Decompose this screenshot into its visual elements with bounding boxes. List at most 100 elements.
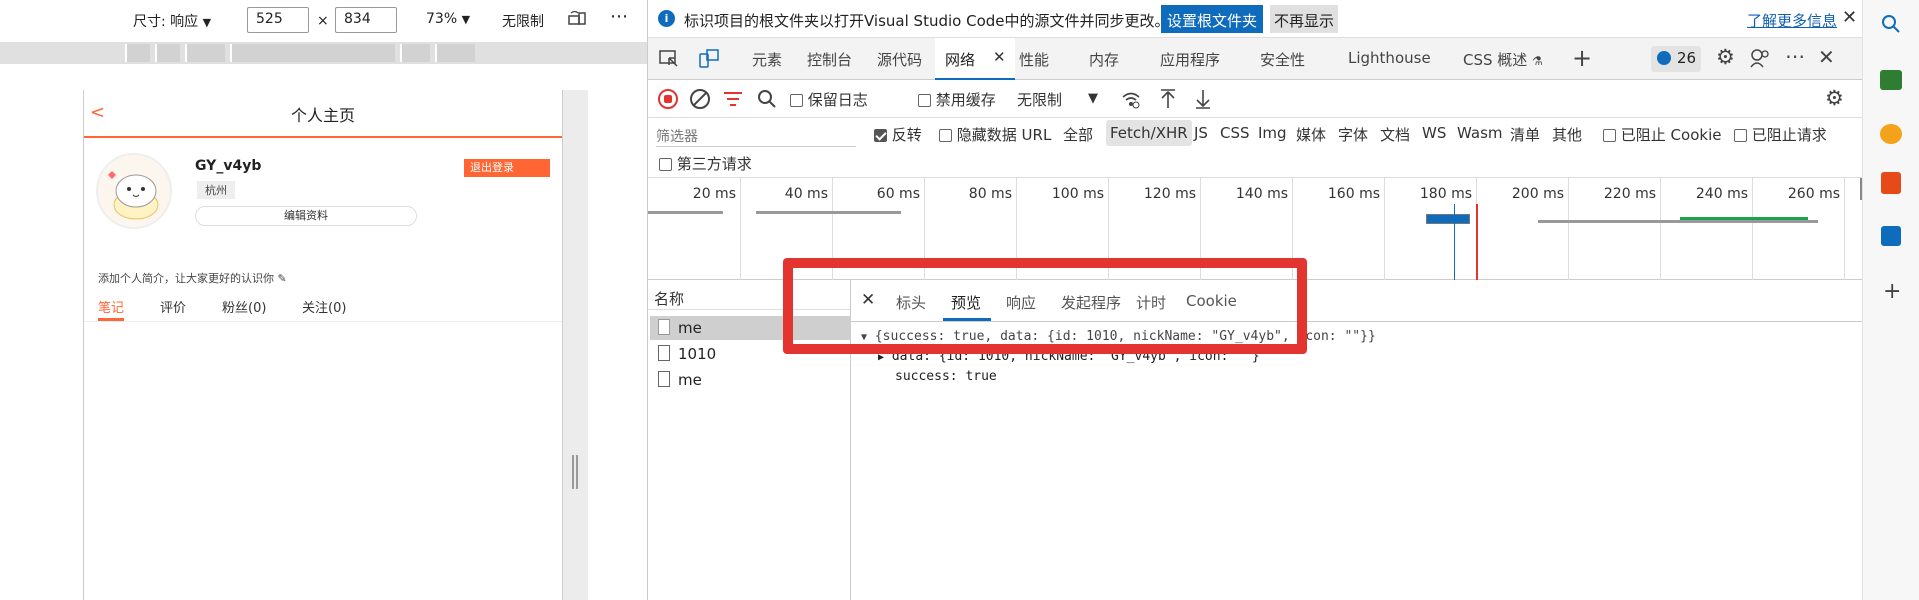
filter-wasm[interactable]: Wasm bbox=[1457, 124, 1503, 142]
filter-ws[interactable]: WS bbox=[1422, 124, 1446, 142]
invert-checkbox[interactable]: 反转 bbox=[874, 124, 922, 145]
disable-cache-label: 禁用缓存 bbox=[935, 91, 996, 109]
filter-doc[interactable]: 文档 bbox=[1380, 124, 1410, 145]
chevron-down-icon[interactable]: ▼ bbox=[1088, 91, 1098, 106]
device-width-input[interactable]: 525 bbox=[247, 7, 309, 33]
outlook-icon[interactable] bbox=[1881, 226, 1901, 246]
filter-media[interactable]: 媒体 bbox=[1296, 124, 1326, 145]
tick-label: 220 ms bbox=[1603, 186, 1656, 202]
resize-handle[interactable] bbox=[572, 455, 578, 489]
blocked-cookies-checkbox[interactable]: 已阻止 Cookie bbox=[1603, 124, 1721, 145]
dont-show-again-button[interactable]: 不再显示 bbox=[1270, 5, 1339, 33]
checkbox-icon bbox=[1734, 129, 1747, 142]
dom-content-loaded-marker bbox=[1454, 204, 1455, 280]
device-throttle-dropdown[interactable]: 无限制 bbox=[502, 11, 544, 31]
settings-icon[interactable]: ⚙ bbox=[1716, 45, 1735, 69]
tab-elements[interactable]: 元素 bbox=[752, 49, 782, 70]
tab-fans[interactable]: 粉丝(0) bbox=[222, 297, 266, 316]
add-icon[interactable]: + bbox=[1883, 279, 1901, 304]
learn-more-link[interactable]: 了解更多信息 bbox=[1747, 10, 1837, 31]
file-icon bbox=[658, 319, 670, 335]
chat-icon bbox=[1657, 51, 1671, 65]
request-name: me bbox=[678, 319, 702, 337]
filter-other[interactable]: 其他 bbox=[1552, 124, 1582, 145]
import-icon[interactable] bbox=[1158, 88, 1178, 114]
blocked-cookies-label: 已阻止 Cookie bbox=[1620, 126, 1722, 144]
device-height-input[interactable]: 834 bbox=[335, 7, 397, 33]
media-query-ruler bbox=[0, 42, 647, 64]
tab-network-active[interactable]: 网络 ✕ bbox=[935, 38, 1015, 80]
filter-fetch-xhr[interactable]: Fetch/XHR bbox=[1106, 120, 1192, 146]
preserve-log-checkbox[interactable]: 保留日志 bbox=[790, 89, 868, 110]
tab-reviews[interactable]: 评价 bbox=[160, 297, 186, 316]
filter-font[interactable]: 字体 bbox=[1338, 124, 1368, 145]
zoom-dropdown[interactable]: 73% ▼ bbox=[426, 11, 470, 27]
times-sign: × bbox=[317, 13, 329, 29]
inspect-icon[interactable] bbox=[658, 48, 680, 74]
filter-icon[interactable] bbox=[722, 89, 744, 113]
search-icon[interactable] bbox=[1881, 14, 1901, 38]
network-conditions-icon[interactable] bbox=[1120, 88, 1142, 114]
device-emulation-icon[interactable] bbox=[698, 48, 720, 74]
avatar[interactable] bbox=[96, 153, 172, 229]
tab-security[interactable]: 安全性 bbox=[1260, 49, 1305, 70]
add-tab-icon[interactable]: + bbox=[1572, 44, 1592, 72]
disable-cache-checkbox[interactable]: 禁用缓存 bbox=[918, 89, 996, 110]
close-tab-icon[interactable]: ✕ bbox=[993, 48, 1006, 66]
tick-label: 40 ms bbox=[784, 186, 828, 202]
page-header: < 个人主页 bbox=[84, 90, 562, 138]
filter-css[interactable]: CSS bbox=[1220, 124, 1250, 142]
filter-input[interactable]: 筛选器 bbox=[656, 123, 856, 147]
tick-label: 180 ms bbox=[1419, 186, 1472, 202]
clear-icon[interactable] bbox=[690, 89, 710, 109]
tab-following[interactable]: 关注(0) bbox=[302, 297, 346, 316]
rotate-icon[interactable] bbox=[566, 8, 588, 34]
record-icon[interactable] bbox=[658, 89, 678, 109]
tab-performance[interactable]: 性能 bbox=[1019, 49, 1049, 70]
third-party-label: 第三方请求 bbox=[676, 155, 752, 173]
tab-sources[interactable]: 源代码 bbox=[877, 49, 922, 70]
file-icon bbox=[658, 345, 670, 361]
tab-console[interactable]: 控制台 bbox=[807, 49, 852, 70]
customize-icon[interactable] bbox=[1749, 47, 1771, 73]
issues-badge[interactable]: 26 bbox=[1651, 46, 1701, 72]
username: GY_v4yb bbox=[195, 158, 262, 174]
more-tools-icon[interactable]: ⋯ bbox=[1785, 44, 1805, 68]
devtools-panel: i 标识项目的根文件夹以打开Visual Studio Code中的源文件并同步… bbox=[647, 0, 1863, 600]
request-row[interactable]: me bbox=[650, 368, 850, 392]
hide-data-urls-checkbox[interactable]: 隐藏数据 URL bbox=[939, 124, 1051, 145]
third-party-checkbox[interactable]: 第三方请求 bbox=[659, 153, 752, 174]
logout-button[interactable]: 退出登录 bbox=[464, 159, 550, 177]
network-throttle-dropdown[interactable]: 无限制 bbox=[1017, 89, 1062, 110]
tick-label: 240 ms bbox=[1695, 186, 1748, 202]
tab-application[interactable]: 应用程序 bbox=[1160, 49, 1220, 70]
more-options-icon[interactable]: ⋯ bbox=[610, 6, 628, 27]
network-toolbar: 保留日志 禁用缓存 无限制 ▼ ⚙ bbox=[648, 80, 1863, 118]
tab-memory[interactable]: 内存 bbox=[1089, 49, 1119, 70]
blocked-requests-checkbox[interactable]: 已阻止请求 bbox=[1734, 124, 1827, 145]
games-icon[interactable] bbox=[1880, 124, 1902, 144]
tick-label: 100 ms bbox=[1051, 186, 1104, 202]
office-icon[interactable] bbox=[1881, 172, 1901, 194]
close-devtools-icon[interactable]: ✕ bbox=[1818, 45, 1835, 69]
close-icon[interactable]: ✕ bbox=[1842, 7, 1857, 28]
search-icon[interactable] bbox=[756, 88, 778, 114]
tab-lighthouse[interactable]: Lighthouse bbox=[1348, 49, 1431, 67]
tools-icon[interactable] bbox=[1880, 70, 1902, 90]
filter-img[interactable]: Img bbox=[1258, 124, 1287, 142]
filter-js[interactable]: JS bbox=[1194, 124, 1208, 142]
name-column-header[interactable]: 名称 bbox=[654, 288, 684, 309]
network-throttle-label: 无限制 bbox=[1017, 91, 1063, 109]
tab-notes[interactable]: 笔记 bbox=[98, 297, 124, 316]
network-settings-icon[interactable]: ⚙ bbox=[1825, 86, 1844, 110]
tab-css-overview[interactable]: CSS 概述 ⚗ bbox=[1463, 49, 1543, 70]
set-root-folder-button[interactable]: 设置根文件夹 bbox=[1161, 5, 1264, 33]
intro-hint[interactable]: 添加个人简介，让大家更好的认识你 ✎ bbox=[98, 270, 287, 286]
device-dimensions-dropdown[interactable]: 尺寸: 响应 ▼ bbox=[133, 11, 211, 31]
export-icon[interactable] bbox=[1193, 88, 1213, 114]
active-tab-indicator bbox=[98, 318, 124, 321]
edit-profile-button[interactable]: 编辑资料 bbox=[195, 206, 417, 226]
tick-label: 200 ms bbox=[1511, 186, 1564, 202]
filter-manifest[interactable]: 清单 bbox=[1510, 124, 1540, 145]
filter-all[interactable]: 全部 bbox=[1063, 124, 1093, 145]
